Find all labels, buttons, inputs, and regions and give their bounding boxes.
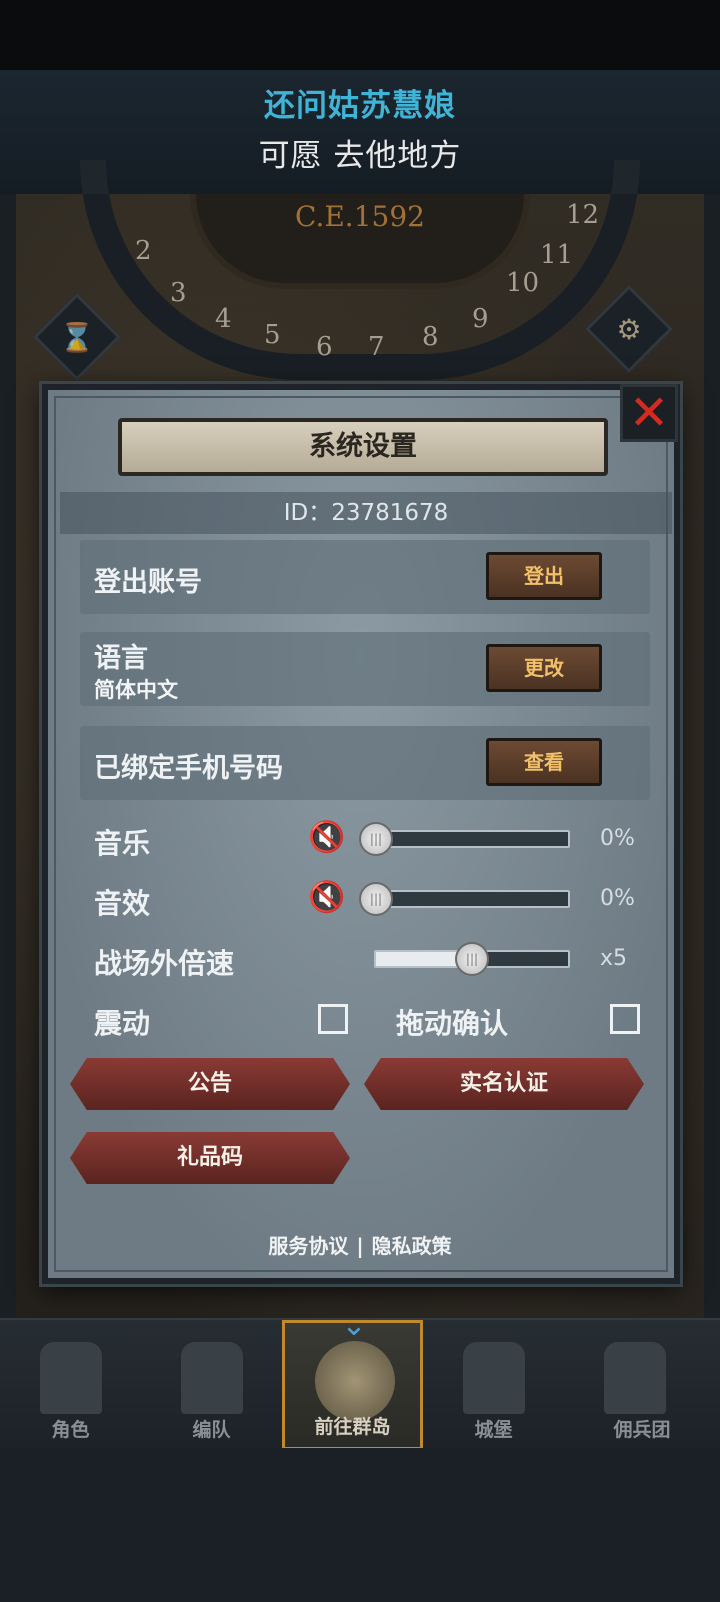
banner-flag-icon bbox=[604, 1342, 666, 1414]
change-language-button[interactable]: 更改 bbox=[486, 644, 602, 692]
close-button[interactable]: ✕ bbox=[620, 384, 678, 442]
language-label: 语言 bbox=[94, 643, 148, 674]
nav-label: 佣兵团 bbox=[613, 1419, 671, 1441]
terms-link[interactable]: 服务协议 bbox=[268, 1234, 348, 1258]
logout-row: 登出账号 登出 bbox=[80, 540, 650, 614]
nav-label: 角色 bbox=[51, 1419, 90, 1441]
language-row: 语言 简体中文 更改 bbox=[80, 632, 650, 706]
nav-item-mercenaries[interactable]: 佣兵团 bbox=[564, 1320, 720, 1450]
vibrate-label: 震动 bbox=[94, 1007, 151, 1040]
sfx-label: 音效 bbox=[94, 887, 151, 920]
phone-label: 已绑定手机号码 bbox=[94, 753, 283, 784]
phone-row: 已绑定手机号码 查看 bbox=[80, 726, 650, 800]
music-label: 音乐 bbox=[94, 827, 151, 860]
helmet-icon bbox=[181, 1342, 243, 1414]
vibrate-checkbox[interactable] bbox=[318, 1004, 348, 1034]
nav-label: 编队 bbox=[192, 1419, 231, 1441]
drag-confirm-label: 拖动确认 bbox=[396, 1007, 509, 1040]
music-value: 0% bbox=[600, 826, 635, 851]
sfx-slider-knob[interactable]: ||| bbox=[359, 882, 393, 916]
language-value: 简体中文 bbox=[94, 678, 178, 702]
player-id: ID：23781678 bbox=[60, 492, 672, 534]
music-slider-knob[interactable]: ||| bbox=[359, 822, 393, 856]
nav-item-castle[interactable]: 城堡 bbox=[423, 1320, 564, 1450]
nav-label: 前往群岛 bbox=[314, 1416, 391, 1438]
sfx-slider[interactable]: ||| bbox=[359, 882, 570, 916]
view-phone-button[interactable]: 查看 bbox=[486, 738, 602, 786]
status-bar bbox=[0, 0, 720, 70]
nav-item-islands[interactable]: ⌄ 前往群岛 bbox=[282, 1311, 423, 1450]
mute-icon[interactable]: 🔇 bbox=[308, 818, 352, 858]
mute-icon[interactable]: 🔇 bbox=[308, 878, 352, 918]
castle-icon bbox=[463, 1342, 525, 1414]
chevron-down-icon: ⌄ bbox=[341, 1308, 367, 1343]
drag-confirm-checkbox[interactable] bbox=[610, 1004, 640, 1034]
bottom-nav: 角色 编队 ⌄ 前往群岛 城堡 佣兵团 bbox=[0, 1311, 720, 1450]
bottom-area bbox=[0, 1448, 720, 1602]
music-slider[interactable]: ||| bbox=[359, 822, 570, 856]
compass-icon bbox=[315, 1341, 395, 1421]
speed-label: 战场外倍速 bbox=[94, 947, 235, 980]
logout-label: 登出账号 bbox=[94, 567, 202, 598]
notice-button[interactable]: 公告 bbox=[70, 1058, 350, 1110]
speed-slider-knob[interactable]: ||| bbox=[455, 942, 489, 976]
logout-button[interactable]: 登出 bbox=[486, 552, 602, 600]
dialog-title: 系统设置 bbox=[118, 418, 608, 476]
close-icon: ✕ bbox=[628, 385, 670, 441]
nav-item-character[interactable]: 角色 bbox=[0, 1320, 141, 1450]
sfx-value: 0% bbox=[600, 886, 635, 911]
footer-links: 服务协议 | 隐私政策 bbox=[0, 1230, 720, 1259]
speed-slider[interactable]: ||| bbox=[374, 942, 570, 976]
nav-label: 城堡 bbox=[474, 1419, 513, 1441]
nav-item-team[interactable]: 编队 bbox=[141, 1320, 282, 1450]
knight-icon bbox=[40, 1342, 102, 1414]
speed-value: x5 bbox=[600, 946, 628, 971]
privacy-link[interactable]: 隐私政策 bbox=[372, 1234, 452, 1258]
banner-line-1: 还问姑苏慧娘 bbox=[264, 88, 456, 124]
gift-code-button[interactable]: 礼品码 bbox=[70, 1132, 350, 1184]
link-separator: | bbox=[356, 1234, 364, 1258]
realname-button[interactable]: 实名认证 bbox=[364, 1058, 644, 1110]
